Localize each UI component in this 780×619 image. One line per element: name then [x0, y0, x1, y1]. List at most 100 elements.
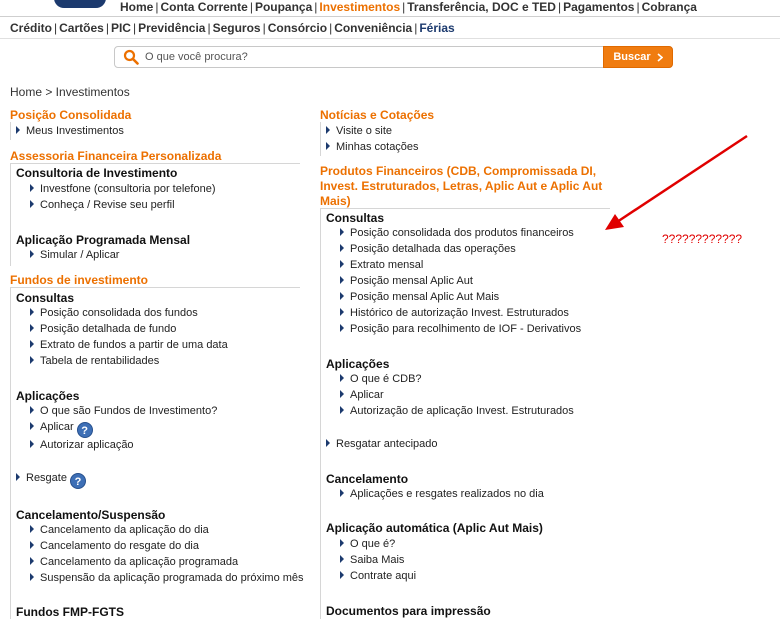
link-label: Autorização de aplicação Invest. Estrutu… — [350, 405, 574, 417]
arrow-icon — [30, 422, 34, 430]
subnav-consorcio[interactable]: Consórcio — [268, 21, 327, 35]
link-suspensao-aplicacao[interactable]: Suspensão da aplicação programada do pró… — [30, 572, 304, 584]
bank-logo — [54, 0, 106, 8]
subsection-cancelamento-suspensao: Cancelamento/Suspensão — [16, 508, 166, 522]
link-label: Simular / Aplicar — [40, 249, 120, 261]
link-resgate[interactable]: Resgate? — [16, 472, 86, 489]
section-produtos-financeiros-line2: Invest. Estruturados, Letras, Aplic Aut … — [320, 179, 603, 193]
link-posicao-detalhada-operacoes[interactable]: Posição detalhada das operações — [340, 243, 516, 255]
link-label: Posição consolidada dos fundos — [40, 307, 198, 319]
subnav-previdencia[interactable]: Previdência — [138, 21, 205, 35]
sub-navigation: Crédito | Cartões | PIC | Previdência | Seguros |… — [10, 21, 455, 35]
subsection-documentos-impressao: Documentos para impressão — [326, 604, 491, 618]
link-o-que-e[interactable]: O que é? — [340, 538, 395, 550]
link-cancel-aplicacao-dia[interactable]: Cancelamento da aplicação do dia — [30, 524, 209, 536]
subsection-consultas: Consultas — [16, 291, 75, 305]
divider — [10, 122, 11, 140]
link-extrato-fundos[interactable]: Extrato de fundos a partir de uma data — [30, 339, 228, 351]
arrow-icon — [30, 525, 34, 533]
link-tabela-rentabilidades[interactable]: Tabela de rentabilidades — [30, 355, 159, 367]
subnav-credito[interactable]: Crédito — [10, 21, 52, 35]
link-contrate-aqui[interactable]: Contrate aqui — [340, 570, 416, 582]
arrow-icon — [30, 200, 34, 208]
breadcrumb: Home > Investimentos — [10, 85, 130, 99]
link-aplicacoes-resgates-dia[interactable]: Aplicações e resgates realizados no dia — [340, 488, 544, 500]
link-posicao-aplic-aut[interactable]: Posição mensal Aplic Aut — [340, 275, 473, 287]
arrow-icon — [340, 539, 344, 547]
search-button[interactable]: Buscar — [603, 46, 673, 68]
nav-cobranca[interactable]: Cobrança — [642, 0, 697, 14]
help-icon[interactable]: ? — [76, 422, 93, 438]
arrow-icon — [340, 489, 344, 497]
link-label: Tabela de rentabilidades — [40, 355, 160, 367]
link-posicao-aplic-aut-mais[interactable]: Posição mensal Aplic Aut Mais — [340, 291, 499, 303]
arrow-icon — [340, 571, 344, 579]
link-o-que-e-cdb[interactable]: O que é CDB? — [340, 373, 422, 385]
nav-investimentos[interactable]: Investimentos — [319, 0, 400, 14]
link-label: Aplicar — [40, 421, 74, 433]
link-label: Cancelamento do resgate do dia — [40, 540, 199, 552]
divider — [10, 287, 11, 619]
link-autorizar-aplicacao[interactable]: Autorizar aplicação — [30, 439, 134, 451]
subnav-ferias[interactable]: Férias — [419, 21, 454, 35]
link-label: Conheça / Revise seu perfil — [40, 199, 175, 211]
arrow-icon — [326, 126, 330, 134]
link-extrato-mensal[interactable]: Extrato mensal — [340, 259, 423, 271]
divider — [320, 122, 321, 156]
link-label: Resgatar antecipado — [336, 438, 438, 450]
search-input[interactable] — [145, 49, 585, 65]
subsection-aplicacoes-produtos: Aplicações — [326, 357, 390, 371]
link-label: Cancelamento da aplicação do dia — [40, 524, 209, 536]
link-minhas-cotacoes[interactable]: Minhas cotações — [326, 141, 419, 153]
nav-conta-corrente[interactable]: Conta Corrente — [160, 0, 247, 14]
link-aplicar-produtos[interactable]: Aplicar — [340, 389, 384, 401]
link-label: Investfone (consultoria por telefone) — [40, 183, 216, 195]
link-autorizacao-invest-estruturados[interactable]: Autorização de aplicação Invest. Estrutu… — [340, 405, 574, 417]
link-cancel-aplicacao-programada[interactable]: Cancelamento da aplicação programada — [30, 556, 238, 568]
divider — [10, 163, 300, 164]
arrow-icon — [30, 573, 34, 581]
subsection-consultoria: Consultoria de Investimento — [16, 166, 178, 180]
arrow-icon — [30, 184, 34, 192]
link-label: Minhas cotações — [336, 141, 419, 153]
link-posicao-consolidada-fundos[interactable]: Posição consolidada dos fundos — [30, 307, 198, 319]
nav-pagamentos[interactable]: Pagamentos — [563, 0, 634, 14]
help-icon[interactable]: ? — [69, 473, 86, 489]
link-label: Aplicar — [350, 389, 384, 401]
chevron-right-icon — [657, 52, 663, 62]
search-bar: Buscar — [114, 46, 673, 68]
divider — [320, 208, 321, 619]
divider — [10, 287, 300, 288]
subnav-conveniencia[interactable]: Conveniência — [334, 21, 412, 35]
link-label: Posição detalhada das operações — [350, 243, 516, 255]
link-label: Histórico de autorização Invest. Estrutu… — [350, 307, 569, 319]
arrow-icon — [30, 356, 34, 364]
divider — [10, 163, 11, 266]
link-aplicar[interactable]: Aplicar? — [30, 421, 93, 438]
link-visite-site[interactable]: Visite o site — [326, 125, 392, 137]
link-conheca-perfil[interactable]: Conheça / Revise seu perfil — [30, 199, 175, 211]
arrow-icon — [340, 260, 344, 268]
arrow-icon — [340, 276, 344, 284]
subnav-pic[interactable]: PIC — [111, 21, 131, 35]
link-cancel-resgate-dia[interactable]: Cancelamento do resgate do dia — [30, 540, 199, 552]
arrow-icon — [326, 142, 330, 150]
link-simular-aplicar[interactable]: Simular / Aplicar — [30, 249, 119, 261]
nav-home[interactable]: Home — [120, 0, 153, 14]
link-posicao-iof-derivativos[interactable]: Posição para recolhimento de IOF - Deriv… — [340, 323, 581, 335]
nav-transferencia[interactable]: Transferência, DOC e TED — [407, 0, 556, 14]
link-saiba-mais[interactable]: Saiba Mais — [340, 554, 404, 566]
link-label: Cancelamento da aplicação programada — [40, 556, 239, 568]
link-meus-investimentos[interactable]: Meus Investimentos — [16, 125, 124, 137]
link-o-que-sao-fundos[interactable]: O que são Fundos de Investimento? — [30, 405, 217, 417]
link-resgatar-antecipado[interactable]: Resgatar antecipado — [326, 438, 438, 450]
divider — [0, 38, 780, 39]
link-investfone[interactable]: Investfone (consultoria por telefone) — [30, 183, 216, 195]
link-historico-autorizacao[interactable]: Histórico de autorização Invest. Estrutu… — [340, 307, 569, 319]
arrow-icon — [16, 126, 20, 134]
subnav-seguros[interactable]: Seguros — [213, 21, 261, 35]
subnav-cartoes[interactable]: Cartões — [59, 21, 104, 35]
link-posicao-detalhada-fundo[interactable]: Posição detalhada de fundo — [30, 323, 176, 335]
link-posicao-consolidada-produtos[interactable]: Posição consolidada dos produtos finance… — [340, 227, 574, 239]
nav-poupanca[interactable]: Poupança — [255, 0, 312, 14]
